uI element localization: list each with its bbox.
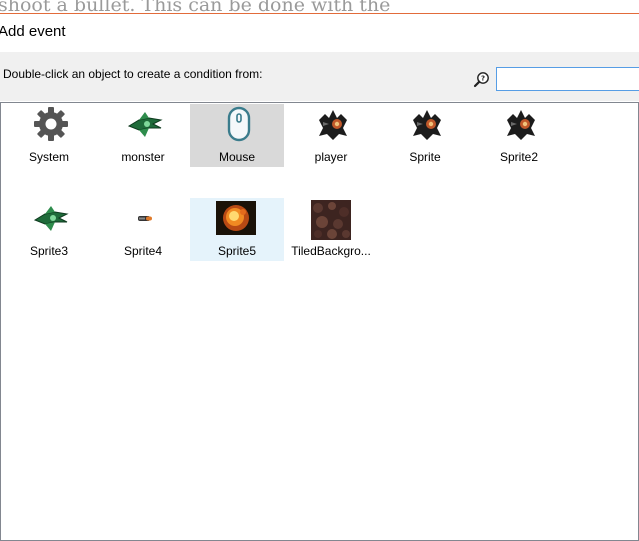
- dialog-titlebar[interactable]: Add event: [0, 14, 639, 51]
- object-item-player[interactable]: player: [284, 104, 378, 167]
- object-list: System monster Mouse player Sprite Sprit…: [0, 102, 639, 541]
- dialog-title: Add event: [0, 23, 66, 40]
- object-item-sprite[interactable]: Sprite: [378, 104, 472, 167]
- background-document-text: shoot a bullet. This can be done with th…: [0, 0, 391, 12]
- object-item-monster[interactable]: monster: [96, 104, 190, 167]
- object-item-sprite3[interactable]: Sprite3: [2, 198, 96, 261]
- instruction-text: Double-click an object to create a condi…: [3, 67, 263, 81]
- mouse-icon: [221, 106, 253, 142]
- rock-texture-icon: [310, 200, 352, 240]
- svg-text:?: ?: [481, 75, 485, 83]
- green-ship-icon: [33, 200, 69, 236]
- dark-ship-icon: [503, 106, 535, 142]
- add-event-dialog: Add event Double-click an object to crea…: [0, 13, 639, 541]
- object-label: TiledBackgro...: [291, 244, 371, 258]
- object-label: Sprite3: [29, 244, 69, 258]
- object-label: Sprite5: [217, 244, 257, 258]
- object-label: System: [28, 150, 69, 164]
- object-item-sprite5[interactable]: Sprite5: [190, 198, 284, 261]
- object-item-sprite2[interactable]: Sprite2: [472, 104, 566, 167]
- object-label: Sprite: [409, 150, 441, 164]
- gear-icon: [33, 106, 68, 142]
- object-item-sprite4[interactable]: Sprite4: [96, 198, 190, 261]
- object-label: Mouse: [218, 150, 256, 164]
- dialog-toolbar: Double-click an object to create a condi…: [0, 52, 639, 101]
- explosion-icon: [215, 200, 257, 236]
- dark-ship-icon: [315, 106, 347, 142]
- object-item-system[interactable]: System: [2, 104, 96, 167]
- object-label: Sprite4: [123, 244, 163, 258]
- dark-ship-icon: [409, 106, 441, 142]
- search-icon: ?: [473, 71, 491, 89]
- green-ship-icon: [127, 106, 163, 142]
- object-item-tiledbackground[interactable]: TiledBackgro...: [284, 198, 378, 261]
- object-item-mouse[interactable]: Mouse: [190, 104, 284, 167]
- search-input[interactable]: [496, 67, 639, 91]
- object-label: monster: [121, 150, 165, 164]
- object-label: player: [314, 150, 348, 164]
- bullet-icon: [127, 200, 159, 236]
- object-label: Sprite2: [499, 150, 539, 164]
